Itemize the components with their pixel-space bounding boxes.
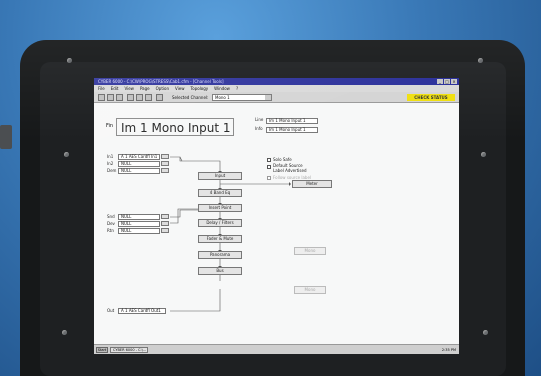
copy-icon[interactable] xyxy=(145,94,152,101)
selected-channel-select[interactable]: Mono 1 xyxy=(212,94,272,101)
channel-name-label: Fin xyxy=(106,123,114,129)
line-label: Line xyxy=(255,117,264,122)
line-field[interactable]: Im 1 Mono Input 1 xyxy=(266,118,318,124)
window-title: CYBER 6000 - C:\CW\PROG\STRESS\Cab1.cfm … xyxy=(98,79,224,84)
taskbar-app-button[interactable]: CYBER 6000 - C:\... xyxy=(110,347,148,353)
menu-item-page[interactable]: Page xyxy=(140,85,150,92)
menu-item-option[interactable]: Option xyxy=(156,85,169,92)
default-source-checkbox[interactable] xyxy=(267,165,271,169)
menu-item-view-2[interactable]: View xyxy=(175,85,185,92)
screw xyxy=(62,330,67,335)
input-block[interactable]: Input xyxy=(198,172,242,180)
close-button[interactable]: × xyxy=(451,79,457,84)
mono-button-2[interactable]: Mono xyxy=(294,286,326,294)
input-label-1: In1 xyxy=(107,154,114,159)
eq-block[interactable]: 4 Band Eq xyxy=(198,189,242,197)
maximize-button[interactable]: □ xyxy=(444,79,450,84)
input-field-2[interactable]: NULL xyxy=(118,161,160,167)
send-field-1[interactable]: NULL xyxy=(118,214,160,220)
screw xyxy=(483,330,488,335)
send-field-2[interactable]: NULL xyxy=(118,221,160,227)
insert-point-block[interactable]: Insert Point xyxy=(198,204,242,212)
menu-item-file[interactable]: File xyxy=(98,85,105,92)
output-label: Out xyxy=(107,308,115,313)
send-browse-button-2[interactable] xyxy=(161,221,169,226)
clock: 2:35 PM xyxy=(441,348,456,352)
channel-icon[interactable] xyxy=(116,94,123,101)
toolbar: Selected Channel: Mono 1 CHECK STATUS xyxy=(94,92,459,103)
menu-item-help[interactable]: ? xyxy=(236,85,238,92)
input-label-2: In2 xyxy=(107,161,114,166)
send-label-1: Snd xyxy=(107,214,115,219)
solo-safe-checkbox[interactable] xyxy=(267,158,271,162)
monitor-screen: CYBER 6000 - C:\CW\PROG\STRESS\Cab1.cfm … xyxy=(94,78,459,354)
taskbar: Start CYBER 6000 - C:\... 2:35 PM xyxy=(94,344,459,354)
start-button[interactable]: Start xyxy=(96,347,108,353)
settings-icon[interactable] xyxy=(156,94,163,101)
menu-item-edit[interactable]: Edit xyxy=(111,85,119,92)
minimize-button[interactable]: _ xyxy=(437,79,443,84)
selected-channel-label: Selected Channel: xyxy=(172,95,209,100)
input-browse-button-1[interactable] xyxy=(161,154,169,159)
input-label-3: Dem xyxy=(107,168,117,173)
screw xyxy=(478,58,483,63)
send-label-2: Dev xyxy=(107,221,115,226)
input-browse-button-2[interactable] xyxy=(161,161,169,166)
info-field[interactable]: Im 1 Mono Input 1 xyxy=(266,127,318,133)
check-status-button[interactable]: CHECK STATUS xyxy=(407,94,455,101)
channel-workspace: Fin Im 1 Mono Input 1 Line Im 1 Mono Inp… xyxy=(94,103,459,344)
screw xyxy=(67,58,72,63)
panorama-block[interactable]: Panorama xyxy=(198,251,242,259)
undo-icon[interactable] xyxy=(127,94,134,101)
input-field-1[interactable]: A 1 AES Cardfl In1 xyxy=(118,154,160,160)
save-icon[interactable] xyxy=(136,94,143,101)
menu-item-window[interactable]: Window xyxy=(214,85,230,92)
fader-mute-block[interactable]: Fader & Mute xyxy=(198,235,242,243)
meter-block[interactable]: Meter xyxy=(292,180,332,188)
delay-filters-block[interactable]: Delay / Filters xyxy=(198,219,242,227)
screw xyxy=(64,152,69,157)
send-field-3[interactable]: NULL xyxy=(118,228,160,234)
bus-block[interactable]: Bus xyxy=(198,267,242,275)
info-label: Info xyxy=(255,126,263,131)
menu-bar: File Edit View Page Option View Topology… xyxy=(94,85,459,92)
follow-source-checkbox[interactable] xyxy=(267,176,271,180)
send-label-3: Rtn xyxy=(107,228,114,233)
send-browse-button-3[interactable] xyxy=(161,228,169,233)
input-browse-button-3[interactable] xyxy=(161,168,169,173)
window-titlebar: CYBER 6000 - C:\CW\PROG\STRESS\Cab1.cfm … xyxy=(94,78,459,85)
send-browse-button-1[interactable] xyxy=(161,214,169,219)
mono-button-1[interactable]: Mono xyxy=(294,247,326,255)
chevron-down-icon xyxy=(265,95,271,100)
menu-item-view[interactable]: View xyxy=(124,85,134,92)
menu-item-topology[interactable]: Topology xyxy=(191,85,209,92)
channel-name-field[interactable]: Im 1 Mono Input 1 xyxy=(116,118,234,136)
input-field-3[interactable]: NULL xyxy=(118,168,160,174)
side-button xyxy=(0,125,12,149)
default-source-label: Default Source Label Advertised xyxy=(273,163,307,173)
output-field[interactable]: A 1 AES Cardfl Out1 xyxy=(118,308,166,314)
grid-icon[interactable] xyxy=(107,94,114,101)
screw xyxy=(481,152,486,157)
open-icon[interactable] xyxy=(98,94,105,101)
